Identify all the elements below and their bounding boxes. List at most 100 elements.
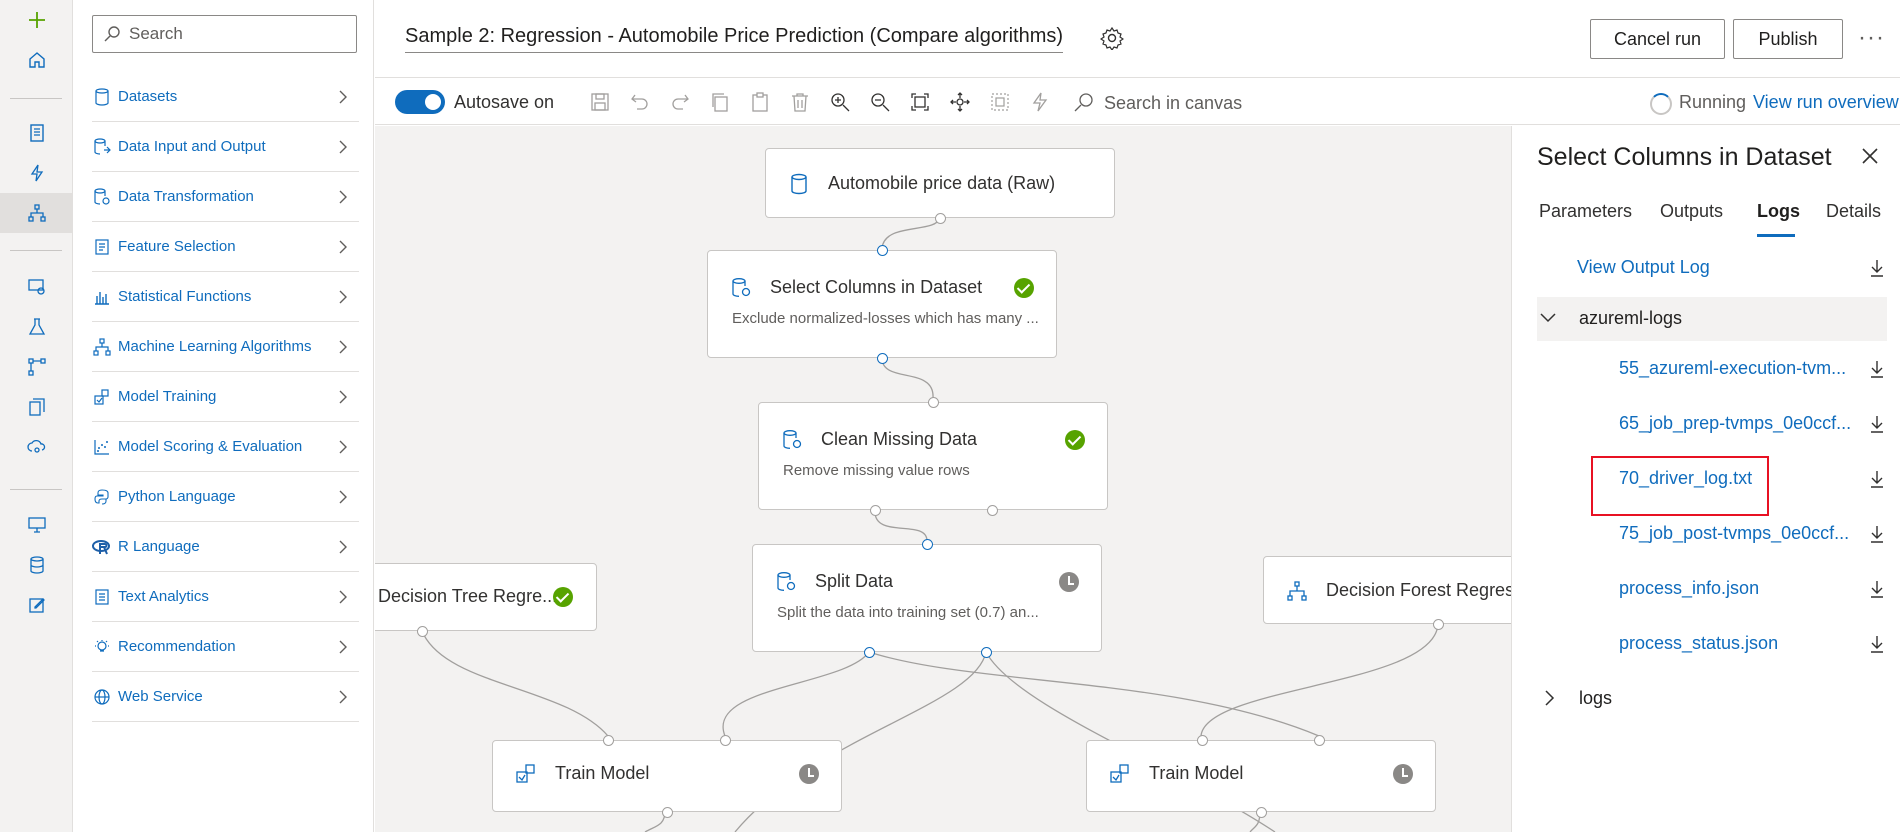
category-r-language[interactable]: R Language: [92, 522, 359, 572]
log-group-azureml-logs[interactable]: azureml-logs: [1537, 297, 1887, 341]
canvas-search-input[interactable]: Search in canvas: [1104, 93, 1242, 114]
datastores-icon[interactable]: [0, 545, 73, 585]
auto-layout-icon[interactable]: [1028, 90, 1052, 114]
search-input[interactable]: [129, 24, 349, 44]
output-port[interactable]: [1433, 619, 1444, 630]
category-model-scoring[interactable]: Model Scoring & Evaluation: [92, 422, 359, 472]
tab-logs[interactable]: Logs: [1757, 201, 1800, 222]
log-file-link[interactable]: 55_azureml-execution-tvm...: [1619, 358, 1846, 379]
output-port[interactable]: [877, 353, 888, 364]
download-icon[interactable]: [1869, 579, 1885, 599]
log-file-link[interactable]: 65_job_prep-tvmps_0e0ccf...: [1619, 413, 1851, 434]
view-output-log-link[interactable]: View Output Log: [1577, 257, 1710, 278]
input-port[interactable]: [720, 735, 731, 746]
output-port[interactable]: [987, 505, 998, 516]
node-decision-forest-regression[interactable]: Decision Forest Regress: [1263, 556, 1511, 624]
output-port[interactable]: [981, 647, 992, 658]
category-python-language[interactable]: Python Language: [92, 472, 359, 522]
category-recommendation[interactable]: Recommendation: [92, 622, 359, 672]
canvas-search-icon[interactable]: [1072, 90, 1096, 114]
paste-icon[interactable]: [748, 90, 772, 114]
edit-icon[interactable]: [0, 585, 73, 625]
input-port[interactable]: [603, 735, 614, 746]
log-group-logs[interactable]: logs: [1537, 671, 1887, 726]
category-datasets[interactable]: Datasets: [92, 72, 359, 122]
log-file-row[interactable]: 55_azureml-execution-tvm...: [1537, 341, 1887, 396]
pipelines-icon[interactable]: [0, 347, 73, 387]
input-port[interactable]: [922, 539, 933, 550]
log-file-row[interactable]: 65_job_prep-tvmps_0e0ccf...: [1537, 396, 1887, 451]
output-port[interactable]: [864, 647, 875, 658]
download-icon[interactable]: [1869, 634, 1885, 654]
select-area-icon[interactable]: [988, 90, 1012, 114]
category-ml-algorithms[interactable]: Machine Learning Algorithms: [92, 322, 359, 372]
tab-parameters[interactable]: Parameters: [1539, 201, 1632, 222]
more-options-icon[interactable]: ···: [1858, 24, 1885, 52]
delete-icon[interactable]: [788, 90, 812, 114]
output-port[interactable]: [1256, 807, 1267, 818]
category-feature-selection[interactable]: Feature Selection: [92, 222, 359, 272]
experiments-icon[interactable]: [0, 307, 73, 347]
download-icon[interactable]: [1869, 414, 1885, 434]
view-run-overview-link[interactable]: View run overview: [1753, 92, 1899, 113]
compute-icon[interactable]: [0, 505, 73, 545]
node-train-model[interactable]: Train Model: [492, 735, 842, 818]
log-file-row[interactable]: process_status.json: [1537, 616, 1887, 671]
fit-to-screen-icon[interactable]: [908, 90, 932, 114]
download-icon[interactable]: [1869, 469, 1885, 489]
download-icon[interactable]: [1869, 359, 1885, 379]
log-file-link[interactable]: 75_job_post-tvmps_0e0ccf...: [1619, 523, 1849, 544]
cancel-run-button[interactable]: Cancel run: [1590, 19, 1725, 59]
automl-icon[interactable]: [0, 153, 73, 193]
node-decision-tree-regression[interactable]: Decision Tree Regre...: [375, 563, 597, 637]
undo-icon[interactable]: [628, 90, 652, 114]
save-icon[interactable]: [588, 90, 612, 114]
input-port[interactable]: [1197, 735, 1208, 746]
copy-icon[interactable]: [708, 90, 732, 114]
designer-icon[interactable]: [0, 193, 73, 233]
endpoints-icon[interactable]: [0, 427, 73, 467]
download-icon[interactable]: [1869, 258, 1885, 278]
category-data-input-output[interactable]: Data Input and Output: [92, 122, 359, 172]
tab-details[interactable]: Details: [1826, 201, 1881, 222]
home-icon[interactable]: [0, 40, 73, 80]
autosave-toggle[interactable]: [395, 90, 445, 114]
output-port[interactable]: [935, 213, 946, 224]
log-file-link[interactable]: process_info.json: [1619, 578, 1759, 599]
download-icon[interactable]: [1869, 524, 1885, 544]
input-port[interactable]: [928, 397, 939, 408]
node-split-data[interactable]: Split Data Split the data into training …: [752, 539, 1102, 658]
category-data-transformation[interactable]: Data Transformation: [92, 172, 359, 222]
notebook-icon[interactable]: [0, 113, 73, 153]
log-row-output[interactable]: View Output Log: [1537, 240, 1887, 295]
close-icon[interactable]: [1860, 146, 1880, 166]
log-file-row[interactable]: process_info.json: [1537, 561, 1887, 616]
node-clean-missing-data[interactable]: Clean Missing Data Remove missing value …: [758, 397, 1108, 516]
publish-button[interactable]: Publish: [1733, 19, 1843, 59]
category-model-training[interactable]: Model Training: [92, 372, 359, 422]
tab-outputs[interactable]: Outputs: [1660, 201, 1723, 222]
node-automobile-price-data[interactable]: Automobile price data (Raw): [765, 148, 1115, 224]
gear-icon[interactable]: [1100, 26, 1124, 50]
pipeline-canvas[interactable]: Automobile price data (Raw) Select Colum…: [375, 126, 1511, 832]
add-icon[interactable]: [0, 0, 73, 40]
zoom-in-icon[interactable]: [828, 90, 852, 114]
log-file-link[interactable]: process_status.json: [1619, 633, 1778, 654]
category-statistical-functions[interactable]: Statistical Functions: [92, 272, 359, 322]
category-web-service[interactable]: Web Service: [92, 672, 359, 722]
output-port[interactable]: [417, 626, 428, 637]
input-port[interactable]: [877, 245, 888, 256]
redo-icon[interactable]: [668, 90, 692, 114]
zoom-out-icon[interactable]: [868, 90, 892, 114]
node-train-model[interactable]: Train Model: [1086, 735, 1436, 818]
data-labeling-icon[interactable]: [0, 267, 73, 307]
pipeline-title[interactable]: Sample 2: Regression - Automobile Price …: [405, 25, 1064, 53]
output-port[interactable]: [662, 807, 673, 818]
node-select-columns[interactable]: Select Columns in Dataset Exclude normal…: [707, 245, 1057, 364]
models-icon[interactable]: [0, 387, 73, 427]
category-text-analytics[interactable]: Text Analytics: [92, 572, 359, 622]
palette-search[interactable]: [92, 15, 357, 53]
pan-icon[interactable]: [948, 90, 972, 114]
input-port[interactable]: [1314, 735, 1325, 746]
output-port[interactable]: [870, 505, 881, 516]
